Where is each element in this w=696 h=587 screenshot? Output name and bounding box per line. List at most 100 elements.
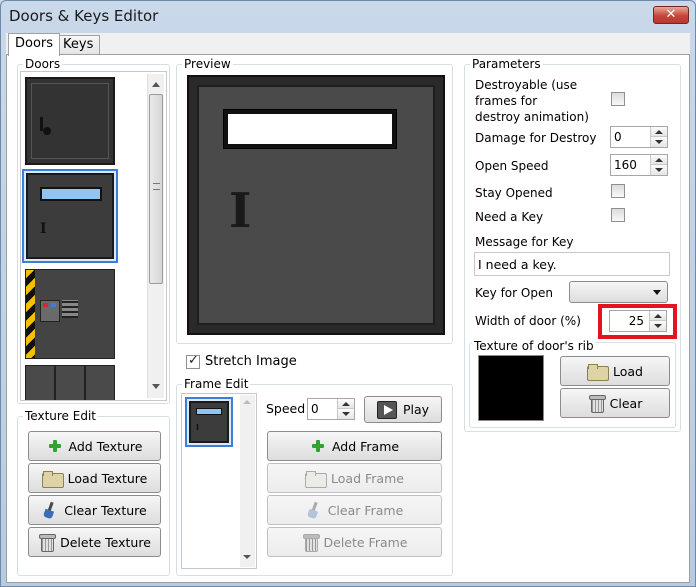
hazard-stripes	[26, 270, 35, 358]
folder-icon	[587, 363, 609, 381]
door-texture-item[interactable]	[25, 77, 115, 165]
spin-down-icon[interactable]	[651, 137, 667, 147]
broom-icon	[306, 502, 322, 518]
clear-texture-label: Clear Texture	[64, 502, 147, 518]
door-preview-panel: I	[197, 85, 435, 325]
open-speed-value[interactable]: 160	[614, 158, 637, 172]
damage-spinbox[interactable]: 0	[610, 126, 668, 148]
key-for-open-select[interactable]	[569, 281, 668, 303]
delete-texture-button[interactable]: Delete Texture	[28, 527, 161, 557]
frame-speed-value[interactable]: 0	[311, 402, 319, 416]
message-input[interactable]: I need a key.	[474, 252, 670, 276]
scroll-down-icon[interactable]	[243, 555, 251, 559]
scroll-down-icon[interactable]	[152, 384, 160, 389]
control-panel	[40, 300, 60, 322]
add-texture-button[interactable]: Add Texture	[28, 431, 161, 461]
door-texture-item[interactable]	[25, 269, 115, 359]
doors-list[interactable]: I	[20, 71, 167, 401]
client-area: Doors Keys Doors I Texture Edit Add Text…	[6, 33, 690, 583]
spin-up-icon[interactable]	[338, 399, 354, 409]
delete-texture-label: Delete Texture	[60, 534, 151, 550]
play-label: Play	[402, 402, 430, 417]
damage-value[interactable]: 0	[614, 130, 622, 144]
door-preview-window-frame	[223, 109, 397, 149]
tab-keys[interactable]: Keys	[56, 35, 101, 55]
doors-tab-panel: Doors I Texture Edit Add Texture Load Te…	[6, 54, 690, 583]
spin-down-icon[interactable]	[651, 165, 667, 175]
clear-texture-button[interactable]: Clear Texture	[28, 495, 161, 525]
play-button[interactable]: Play	[364, 396, 442, 423]
load-texture-button[interactable]: Load Texture	[28, 463, 161, 493]
frame-speed-spinbox[interactable]: 0	[307, 398, 355, 420]
open-speed-label: Open Speed	[475, 159, 549, 173]
add-texture-label: Add Texture	[68, 438, 143, 454]
delete-frame-label: Delete Frame	[323, 534, 408, 550]
door-preview-letter: I	[229, 183, 252, 239]
add-frame-button[interactable]: Add Frame	[267, 431, 442, 461]
trash-icon	[38, 534, 57, 552]
destroyable-label-line-2: frames for	[475, 94, 538, 108]
folder-icon	[41, 470, 64, 488]
spin-down-icon[interactable]	[338, 409, 354, 419]
spin-up-icon[interactable]	[650, 311, 666, 321]
chevron-down-icon	[653, 290, 661, 295]
door-texture-item[interactable]	[25, 365, 115, 400]
door-texture: I	[26, 173, 114, 259]
stay-opened-checkbox[interactable]	[611, 184, 625, 198]
scroll-up-icon[interactable]	[152, 82, 160, 87]
spin-down-icon[interactable]	[650, 321, 666, 331]
open-speed-spinbox[interactable]: 160	[610, 154, 668, 176]
rib-load-label: Load	[613, 363, 643, 379]
width-value[interactable]: 25	[629, 314, 644, 328]
frame-item-selected[interactable]: I	[185, 397, 233, 447]
frame-edit-title: Frame Edit	[182, 377, 251, 391]
clear-frame-button[interactable]: Clear Frame	[267, 495, 442, 525]
frames-scrollbar[interactable]	[240, 395, 255, 567]
door-letter: I	[40, 221, 47, 237]
load-frame-label: Load Frame	[331, 470, 404, 486]
load-frame-button[interactable]: Load Frame	[267, 463, 442, 493]
clear-frame-label: Clear Frame	[327, 502, 404, 518]
checkmark-icon: ✓	[188, 353, 199, 368]
preview-title: Preview	[182, 57, 233, 71]
parameters-group: Parameters Destroyable (use frames for d…	[464, 57, 681, 432]
destroyable-checkbox[interactable]	[611, 92, 625, 106]
plus-icon	[47, 438, 63, 454]
stay-opened-label: Stay Opened	[475, 186, 553, 200]
frames-list[interactable]: I	[181, 393, 257, 569]
scroll-thumb[interactable]	[149, 94, 163, 284]
spin-up-icon[interactable]	[651, 127, 667, 137]
plus-icon	[310, 438, 326, 454]
trash-icon	[302, 534, 320, 552]
frame-thumbnail: I	[189, 401, 229, 443]
parameters-title: Parameters	[470, 57, 543, 71]
width-spinbox[interactable]: 25	[609, 310, 667, 332]
damage-label: Damage for Destroy	[475, 131, 597, 145]
stretch-image-checkbox[interactable]: ✓	[186, 353, 200, 369]
frame-letter: I	[196, 423, 199, 432]
stretch-image-label[interactable]: Stretch Image	[205, 354, 297, 370]
tab-doors[interactable]: Doors	[8, 33, 61, 56]
scroll-up-icon[interactable]	[243, 400, 251, 404]
trash-icon	[588, 395, 606, 413]
door-texture-item-selected[interactable]: I	[22, 169, 118, 263]
doors-list-scrollbar[interactable]	[147, 74, 164, 398]
rib-load-button[interactable]: Load	[560, 356, 670, 386]
lock-icon	[43, 127, 51, 135]
doors-group-title: Doors	[23, 57, 63, 71]
need-key-checkbox[interactable]	[611, 208, 625, 222]
message-value[interactable]: I need a key.	[478, 257, 557, 272]
folder-icon	[305, 470, 328, 488]
rib-clear-button[interactable]: Clear	[560, 388, 670, 418]
destroyable-label-line-3: destroy animation)	[475, 110, 589, 124]
window-title: Doors & Keys Editor	[9, 7, 159, 25]
close-button[interactable]: ✕	[653, 6, 689, 24]
door-preview-window	[228, 114, 392, 144]
spin-up-icon[interactable]	[651, 155, 667, 165]
delete-frame-button[interactable]: Delete Frame	[267, 527, 442, 557]
door-preview: I	[187, 75, 445, 335]
add-frame-label: Add Frame	[331, 438, 400, 454]
keypad	[62, 300, 78, 318]
title-bar[interactable]: Doors & Keys Editor ✕	[1, 1, 695, 31]
destroyable-label-line-1: Destroyable (use	[475, 78, 578, 92]
